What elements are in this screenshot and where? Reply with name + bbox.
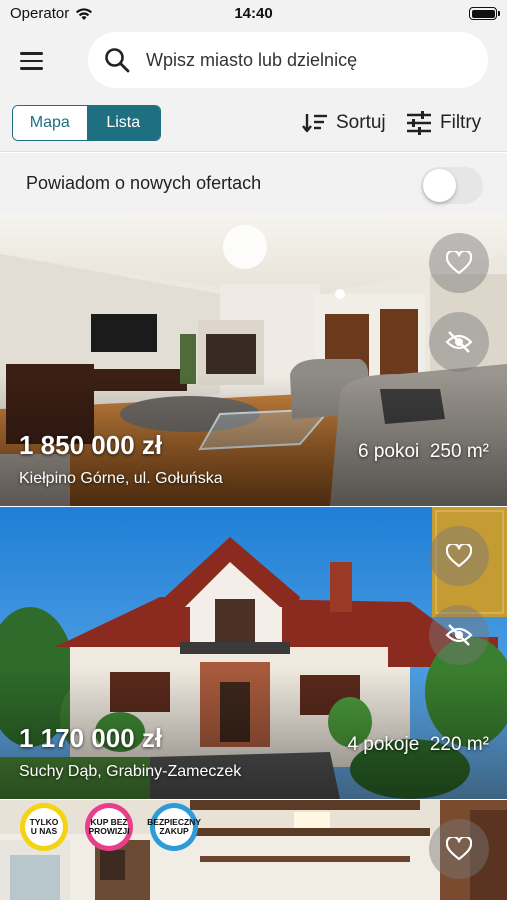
status-time: 14:40 <box>234 5 273 22</box>
badge-exclusive: TYLKO U NAS <box>20 803 68 851</box>
search-icon <box>105 48 130 73</box>
menu-line <box>20 67 43 70</box>
sort-icon <box>302 114 327 133</box>
heart-icon <box>446 251 472 275</box>
listing-rooms-area: 6 pokoi 250 m² <box>358 441 489 463</box>
status-bar: Operator 14:40 <box>0 0 507 28</box>
toggle-knob <box>423 169 456 202</box>
search-bar[interactable] <box>88 32 488 88</box>
new-offers-notification-label: Powiadom o nowych ofertach <box>26 173 262 193</box>
badge-no-commission-label: KUP BEZ PROWIZJI <box>88 817 130 836</box>
menu-line <box>20 59 43 63</box>
listing-area: 250 m² <box>429 441 489 462</box>
badge-safe-purchase-label: BEZPIECZNY ZAKUP <box>147 817 201 836</box>
filter-button[interactable]: Filtry <box>406 108 481 138</box>
listing-price: 1 850 000 zł <box>19 430 163 460</box>
listing-area: 220 m² <box>429 734 489 755</box>
listing-card[interactable]: 1 850 000 zł 6 pokoi 250 m² Kiełpino Gór… <box>0 214 507 506</box>
view-toggle: Mapa Lista <box>12 105 161 141</box>
favorite-heart-button[interactable] <box>429 819 489 879</box>
listing-rooms: 6 pokoi <box>358 441 420 462</box>
listing-rooms: 4 pokoje <box>347 734 420 755</box>
hide-listing-button[interactable] <box>429 312 489 372</box>
listing-card[interactable]: TYLKO U NAS KUP BEZ PROWIZJI BEZPIECZNY … <box>0 800 507 900</box>
filter-label: Filtry <box>440 112 482 133</box>
sort-label: Sortuj <box>336 112 386 133</box>
badge-exclusive-label: TYLKO U NAS <box>29 817 59 836</box>
favorite-heart-button[interactable] <box>429 526 489 586</box>
hide-listing-button[interactable] <box>429 605 489 665</box>
hamburger-menu-button[interactable] <box>20 48 50 74</box>
eye-off-icon <box>445 331 473 353</box>
new-offers-notification-row: Powiadom o nowych ofertach <box>0 153 507 214</box>
listing-price: 1 170 000 zł <box>19 723 163 753</box>
sort-button[interactable]: Sortuj <box>302 108 386 138</box>
filter-sliders-icon <box>407 111 431 135</box>
battery-icon <box>469 7 500 20</box>
new-offers-toggle[interactable] <box>421 167 483 204</box>
heart-icon <box>446 837 472 861</box>
eye-off-icon <box>445 624 473 646</box>
badge-safe-purchase: BEZPIECZNY ZAKUP <box>147 803 201 851</box>
listing-rooms-area: 4 pokoje 220 m² <box>347 734 489 756</box>
header: Mapa Lista Sortuj Filtry <box>0 28 507 152</box>
heart-icon <box>446 544 472 568</box>
tab-list[interactable]: Lista <box>86 106 160 140</box>
menu-line <box>20 52 43 55</box>
favorite-heart-button[interactable] <box>429 233 489 293</box>
badge-no-commission: KUP BEZ PROWIZJI <box>85 803 133 851</box>
listing-card[interactable]: 1 170 000 zł 4 pokoje 220 m² Suchy Dąb, … <box>0 507 507 799</box>
search-input[interactable] <box>146 49 446 71</box>
listing-address: Suchy Dąb, Grabiny-Zameczek <box>19 763 242 780</box>
listing-address: Kiełpino Górne, ul. Gołuńska <box>19 470 223 487</box>
tab-map[interactable]: Mapa <box>13 106 87 140</box>
